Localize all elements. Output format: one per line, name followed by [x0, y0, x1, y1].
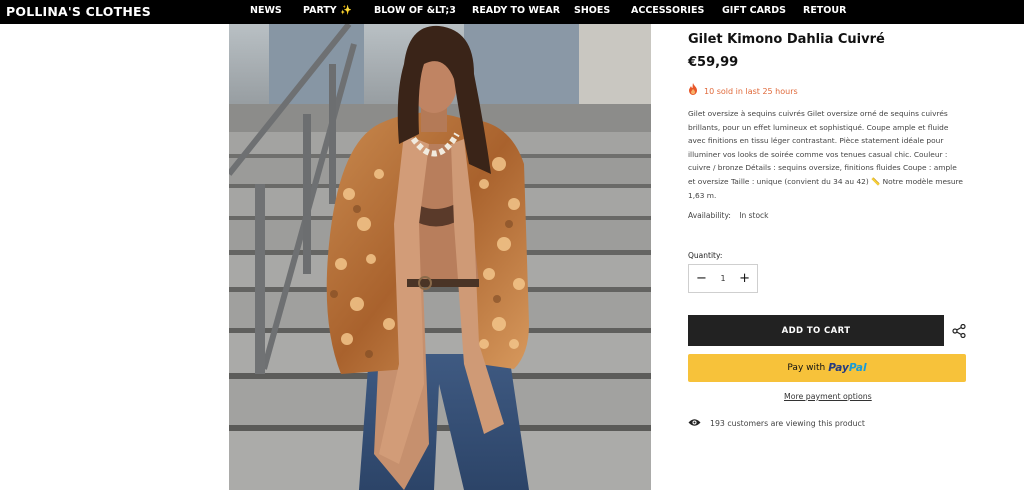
nav-item-ready-to-wear[interactable]: READY TO WEAR	[472, 5, 560, 16]
more-payment-options-link[interactable]: More payment options	[784, 392, 872, 401]
product-image[interactable]	[229, 24, 651, 490]
nav-item-gift-cards[interactable]: GIFT CARDS	[722, 5, 786, 16]
sold-notice-text: 10 sold in last 25 hours	[704, 86, 798, 96]
nav-item-party[interactable]: PARTY ✨	[303, 5, 352, 16]
availability-label: Availability:	[688, 211, 731, 220]
paypal-button[interactable]: Pay with Pay Pal	[688, 354, 966, 382]
quantity-decrease-button[interactable]: −	[696, 272, 707, 285]
nav-item-blow-of[interactable]: BLOW OF &LT;3	[374, 5, 456, 16]
paypal-logo-pay: Pay	[828, 362, 849, 374]
fire-icon	[688, 82, 698, 100]
viewers-text: 193 customers are viewing this product	[710, 418, 865, 428]
product-description: Gilet oversize à sequins cuivrés Gilet o…	[688, 109, 963, 200]
sold-notice: 10 sold in last 25 hours	[688, 82, 798, 100]
availability-value: In stock	[739, 211, 769, 220]
nav-item-retour[interactable]: RETOUR	[803, 5, 846, 16]
availability: Availability: In stock	[688, 211, 769, 220]
store-logo[interactable]: POLLINA'S CLOTHES	[6, 4, 151, 19]
add-to-cart-button[interactable]: ADD TO CART	[688, 315, 944, 346]
paypal-logo-pal: Pal	[848, 362, 867, 374]
nav-item-accessories[interactable]: ACCESSORIES	[631, 5, 704, 16]
paypal-with-label: Pay with	[787, 363, 826, 373]
eye-icon	[688, 414, 701, 432]
top-navigation-bar: POLLINA'S CLOTHES NEWS PARTY ✨ BLOW OF &…	[0, 0, 1024, 24]
product-title: Gilet Kimono Dahlia Cuivré	[688, 32, 885, 47]
nav-item-shoes[interactable]: SHOES	[574, 5, 610, 16]
quantity-increase-button[interactable]: +	[739, 272, 750, 285]
quantity-input[interactable]: 1	[720, 274, 725, 283]
product-photo-illustration	[229, 24, 651, 490]
share-icon[interactable]	[952, 323, 966, 339]
viewers-notice: 193 customers are viewing this product	[688, 414, 865, 432]
quantity-stepper: − 1 +	[688, 264, 758, 293]
product-price: €59,99	[688, 55, 739, 70]
nav-item-news[interactable]: NEWS	[250, 5, 282, 16]
quantity-label: Quantity:	[688, 251, 723, 260]
